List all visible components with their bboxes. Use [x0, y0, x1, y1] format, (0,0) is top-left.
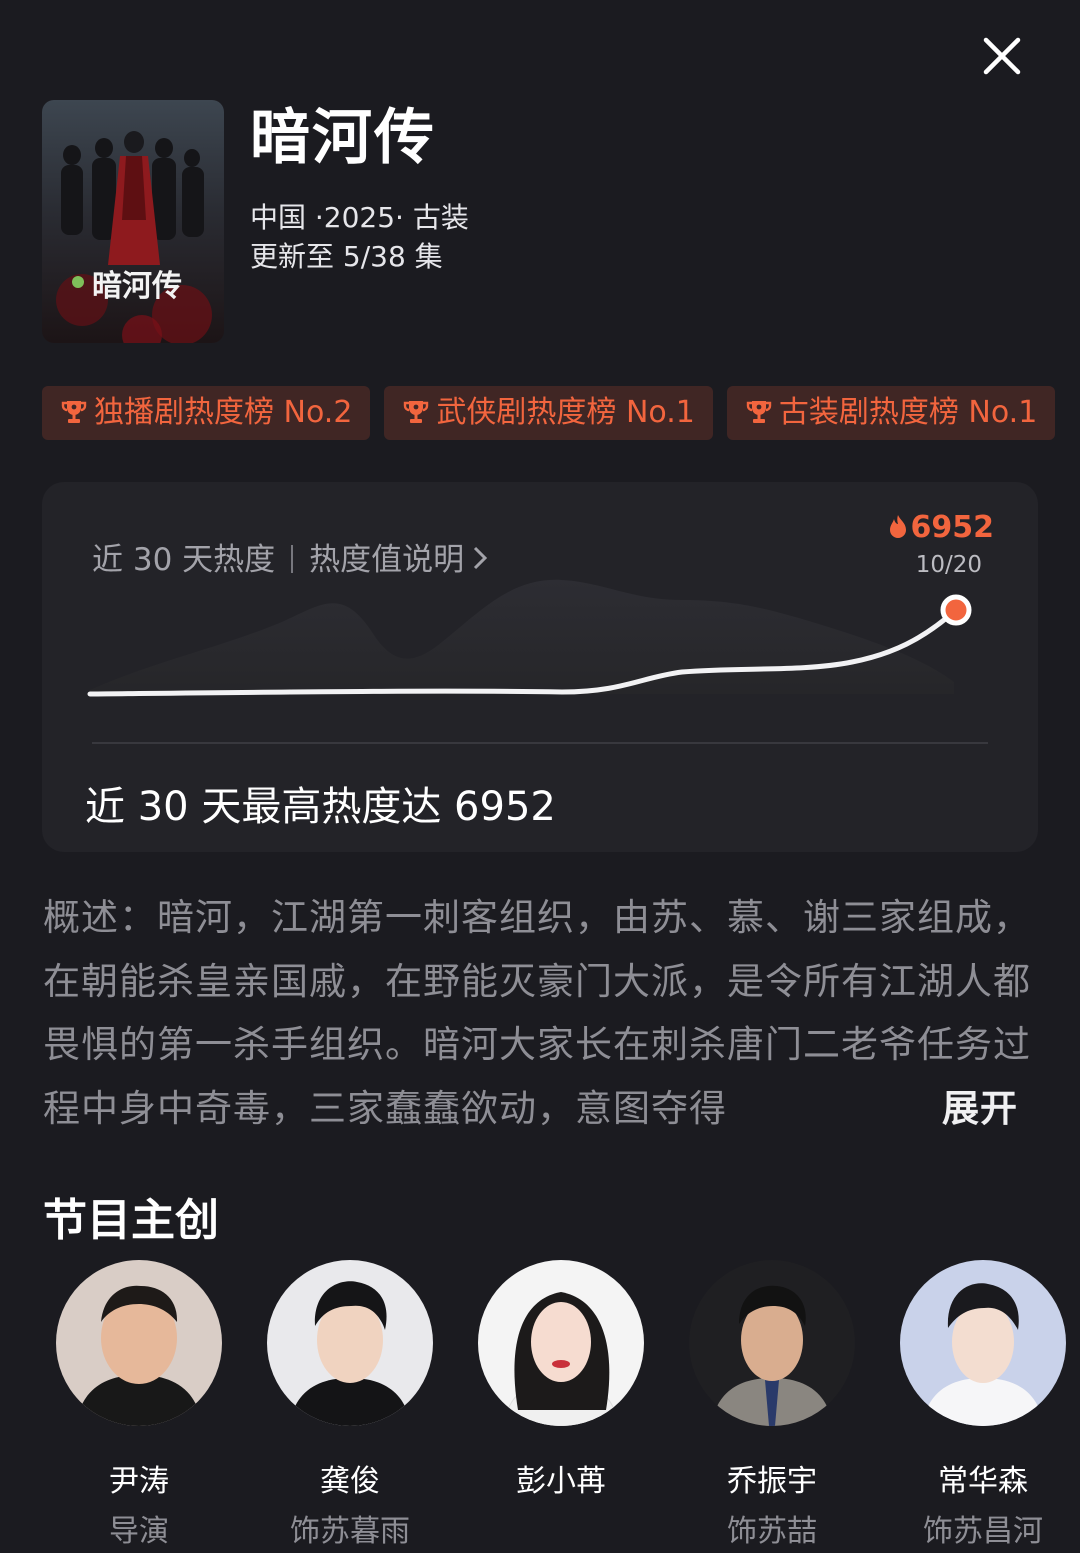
avatar[interactable]: [56, 1260, 222, 1426]
synopsis-text: 概述：暗河，江湖第一刺客组织，由苏、慕、谢三家组成，在朝能杀皇亲国戚，在野能灭豪…: [43, 896, 1031, 1130]
avatar[interactable]: [900, 1260, 1066, 1426]
avatar[interactable]: [267, 1260, 433, 1426]
ranking-badges: 独播剧热度榜 No.2 武侠剧热度榜 No.1 古装剧热度榜 No.1: [42, 386, 1080, 440]
heat-explain-link[interactable]: 热度值说明: [309, 542, 464, 578]
creator-name: 尹涛: [109, 1464, 169, 1499]
creator-role: 饰苏昌河: [923, 1514, 1043, 1549]
ranking-badge-label: 武侠剧热度榜 No.1: [436, 395, 695, 430]
flame-icon: [889, 515, 906, 538]
creator-name: 彭小苒: [516, 1464, 606, 1499]
creator-role: 导演: [109, 1514, 169, 1549]
creator-card[interactable]: 尹涛 导演: [34, 1260, 244, 1550]
creator-name: 常华森: [938, 1464, 1028, 1499]
close-button[interactable]: [980, 34, 1024, 78]
creator-role: 饰苏暮雨: [290, 1514, 410, 1549]
creator-list: 尹涛 导演 龚俊 饰苏暮雨 彭小苒 乔振宇 饰苏喆 常华森 饰苏昌河: [34, 1260, 1080, 1553]
trophy-icon: [61, 401, 87, 423]
heat-peak-marker[interactable]: [940, 594, 972, 626]
chevron-right-icon[interactable]: [472, 544, 488, 572]
episode-progress: 更新至 5/38 集: [250, 240, 443, 273]
expand-button[interactable]: 展开: [914, 1076, 1018, 1140]
show-poster[interactable]: 暗河传: [42, 100, 224, 343]
heat-peak-value: 6952: [887, 510, 994, 545]
ranking-badge-label: 古装剧热度榜 No.1: [778, 395, 1038, 430]
header-separator: [291, 545, 294, 573]
ranking-badge[interactable]: 武侠剧热度榜 No.1: [384, 386, 713, 440]
divider: [92, 742, 988, 744]
creator-name: 乔振宇: [727, 1464, 817, 1499]
ranking-badge[interactable]: 古装剧热度榜 No.1: [726, 386, 1056, 440]
avatar[interactable]: [478, 1260, 644, 1426]
heat-background-wave: [90, 579, 954, 694]
creator-card[interactable]: 龚俊 饰苏暮雨: [245, 1260, 455, 1550]
trophy-icon: [404, 401, 429, 423]
heat-summary: 近 30 天最高热度达 6952: [85, 784, 556, 830]
creator-role: 饰苏喆: [727, 1514, 817, 1549]
poster-title: 暗河传: [92, 269, 182, 304]
trophy-icon: [746, 401, 772, 423]
show-title: 暗河传: [250, 103, 436, 173]
close-icon: [983, 37, 1021, 75]
ranking-badge[interactable]: 独播剧热度榜 No.2: [42, 386, 371, 440]
creator-card[interactable]: 乔振宇 饰苏喆: [667, 1260, 877, 1550]
synopsis: 概述：暗河，江湖第一刺客组织，由苏、慕、谢三家组成，在朝能杀皇亲国戚，在野能灭豪…: [43, 886, 1038, 1140]
heat-peak-date: 10/20: [915, 552, 982, 578]
show-meta: 中国 ·2025· 古装: [250, 201, 469, 234]
ranking-badge-label: 独播剧热度榜 No.2: [94, 395, 353, 430]
creator-card[interactable]: 常华森 饰苏昌河: [878, 1260, 1080, 1550]
creator-card[interactable]: 彭小苒: [456, 1260, 666, 1506]
creator-name: 龚俊: [320, 1464, 380, 1499]
avatar[interactable]: [689, 1260, 855, 1426]
heat-period-label: 近 30 天热度: [92, 542, 276, 578]
section-title: 节目主创: [43, 1195, 219, 1246]
heat-header: 近 30 天热度 热度值说明: [92, 534, 488, 579]
heat-card[interactable]: 近 30 天热度 热度值说明 6952 10/20 近 30 天最高热度达 695…: [42, 482, 1038, 852]
